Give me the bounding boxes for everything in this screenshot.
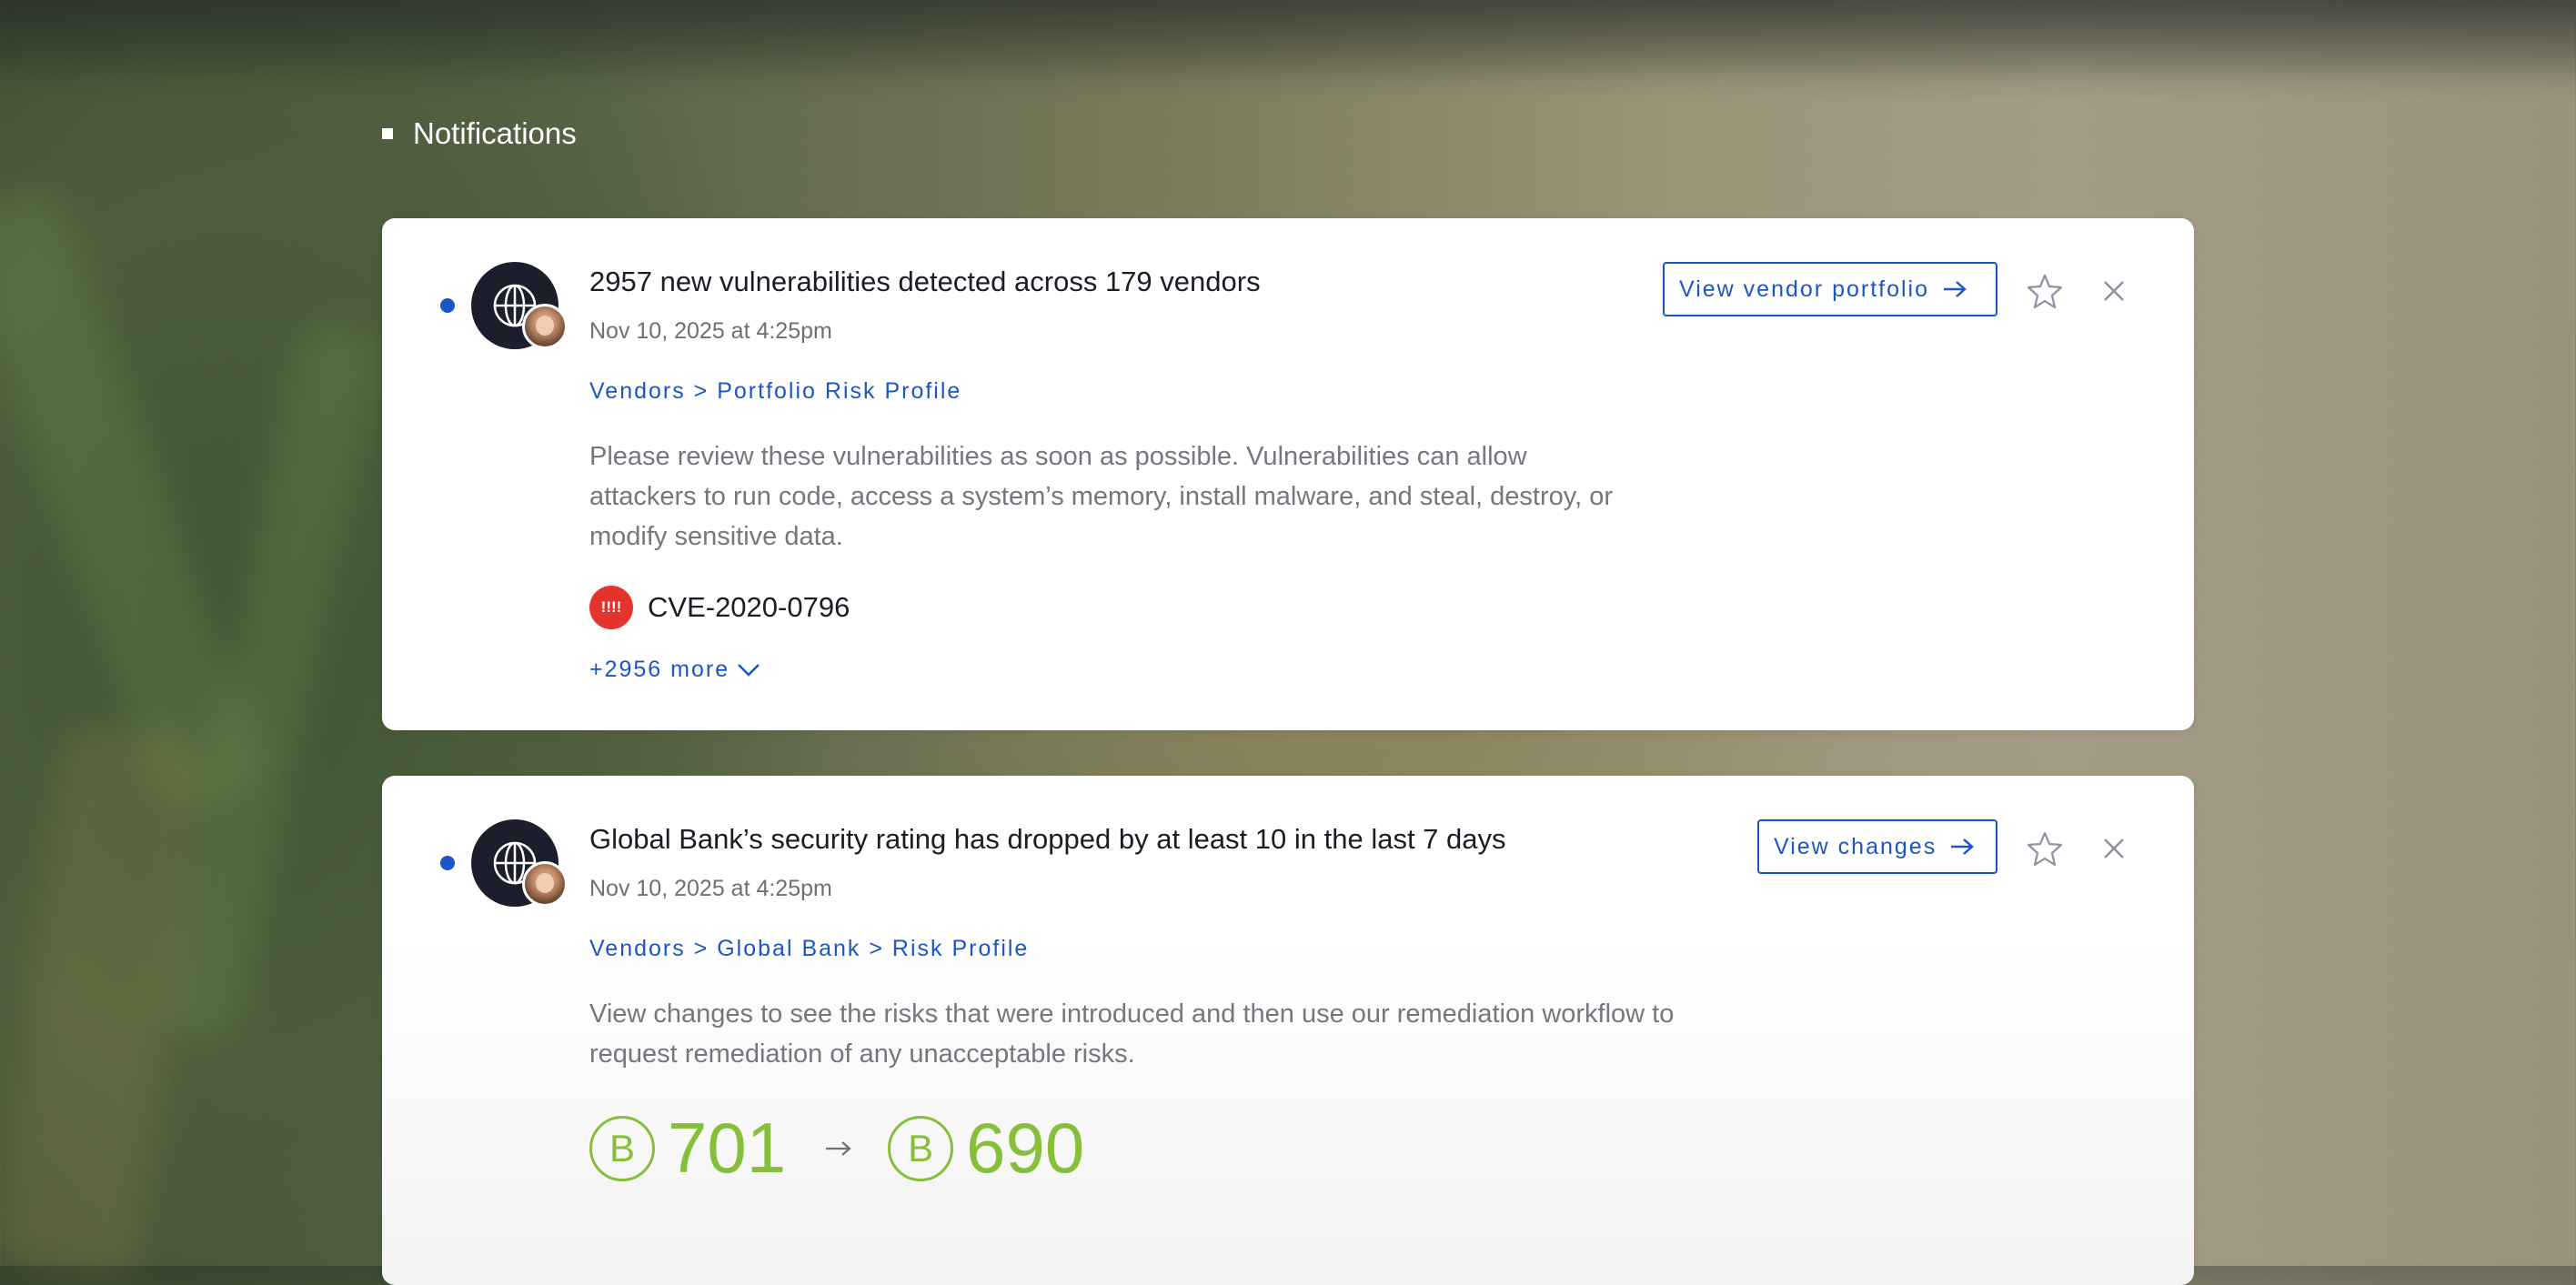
background-shade (0, 0, 2576, 82)
page-header: Notifications (382, 116, 577, 151)
unread-indicator (440, 298, 455, 313)
notification-timestamp: Nov 10, 2025 at 4:25pm (589, 318, 832, 344)
notification-card: Global Bank’s security rating has droppe… (382, 776, 2194, 1285)
avatar (471, 819, 568, 907)
unread-indicator (440, 856, 455, 870)
button-label: View changes (1774, 833, 1937, 859)
cve-id: CVE-2020-0796 (648, 591, 850, 623)
cve-item[interactable]: !!!! CVE-2020-0796 (589, 586, 850, 629)
user-photo (522, 861, 568, 907)
user-photo (522, 304, 568, 349)
page-title: Notifications (413, 116, 577, 150)
close-icon[interactable] (2094, 828, 2134, 868)
previous-grade-badge: B (589, 1115, 655, 1181)
view-changes-button[interactable]: View changes (1757, 819, 1997, 874)
notification-timestamp: Nov 10, 2025 at 4:25pm (589, 876, 832, 901)
previous-score: 701 (668, 1108, 787, 1188)
breadcrumb[interactable]: Vendors > Portfolio Risk Profile (589, 378, 961, 405)
show-more-link[interactable]: +2956 more (589, 657, 760, 683)
breadcrumb[interactable]: Vendors > Global Bank > Risk Profile (589, 936, 1029, 962)
notification-description: View changes to see the risks that were … (589, 999, 1675, 1069)
close-icon[interactable] (2094, 271, 2134, 311)
score-change: B 701 B 690 (589, 1107, 1084, 1190)
critical-severity-icon: !!!! (589, 586, 633, 629)
avatar (471, 262, 568, 349)
star-icon[interactable] (2025, 828, 2065, 868)
notification-card: 2957 new vulnerabilities detected across… (382, 218, 2194, 730)
current-score: 690 (966, 1108, 1085, 1188)
chevron-down-icon (737, 661, 760, 679)
notification-title: Global Bank’s security rating has droppe… (589, 823, 1506, 855)
notification-description: Please review these vulnerabilities as s… (589, 442, 1613, 551)
button-label: View vendor portfolio (1679, 276, 1930, 302)
view-vendor-portfolio-button[interactable]: View vendor portfolio (1663, 262, 1997, 316)
current-grade-badge: B (888, 1115, 954, 1181)
notification-title: 2957 new vulnerabilities detected across… (589, 266, 1261, 297)
header-bullet (382, 128, 393, 139)
star-icon[interactable] (2025, 271, 2065, 311)
arrow-right-icon (1942, 279, 1967, 299)
show-more-label: +2956 more (589, 657, 730, 682)
arrow-right-icon (824, 1138, 853, 1160)
arrow-right-icon (1949, 837, 1975, 857)
